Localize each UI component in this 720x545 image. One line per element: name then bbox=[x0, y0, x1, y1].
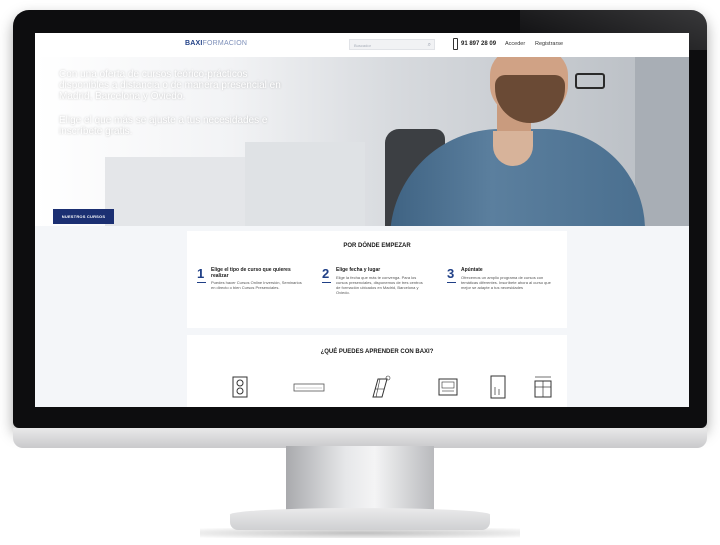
register-link[interactable]: Registrarse bbox=[535, 41, 563, 47]
search-placeholder: Buscador bbox=[354, 43, 371, 48]
hero-description: Con una oferta de cursos teórico-práctic… bbox=[59, 69, 281, 102]
step-title: Elige fecha y lugar bbox=[336, 267, 381, 273]
step-description: Elige la fecha que más te convenga. Para… bbox=[336, 275, 423, 295]
our-courses-button[interactable]: NUESTROS CURSOS bbox=[53, 209, 114, 224]
how-to-start-card: POR DÓNDE EMPEZAR 1 Elige el tipo de cur… bbox=[187, 231, 567, 328]
search-input[interactable]: Buscador ⌕ bbox=[349, 39, 435, 50]
step-underline bbox=[322, 282, 331, 283]
solar-panel-icon[interactable] bbox=[369, 375, 391, 399]
display-panel-icon[interactable] bbox=[437, 375, 459, 399]
step-number: 1 bbox=[197, 266, 205, 281]
split-ac-icon[interactable] bbox=[292, 375, 326, 399]
step-description: Puedes hacer Cursos Online Inversión, Se… bbox=[211, 280, 302, 290]
background-shelf bbox=[105, 157, 245, 226]
what-you-can-learn-title: ¿QUÉ PUEDES APRENDER CON BAXI? bbox=[320, 349, 434, 355]
monitor-stand-neck bbox=[286, 446, 434, 514]
hero-banner: Con una oferta de cursos teórico-práctic… bbox=[35, 57, 689, 226]
phone-icon bbox=[453, 38, 458, 50]
step-title: Elige el tipo de curso que quieres reali… bbox=[211, 267, 291, 279]
site-logo[interactable]: BAXIFORMACION bbox=[185, 40, 247, 47]
what-you-can-learn-card: ¿QUÉ PUEDES APRENDER CON BAXI? bbox=[187, 335, 567, 407]
monitor-chin bbox=[13, 428, 707, 448]
heat-pump-icon[interactable] bbox=[532, 375, 554, 399]
step-underline bbox=[197, 282, 206, 283]
background-window bbox=[635, 57, 689, 226]
login-link[interactable]: Acceder bbox=[505, 41, 525, 47]
site-header: BAXIFORMACION Buscador ⌕ 91 897 28 09 Ac… bbox=[35, 33, 689, 57]
hero-subtext: Elige el que más se ajuste a tus necesid… bbox=[59, 115, 268, 137]
screen: BAXIFORMACION Buscador ⌕ 91 897 28 09 Ac… bbox=[35, 33, 689, 407]
monitor-stand-foot bbox=[230, 508, 490, 530]
step-description: Ofrecemos un amplio programa de cursos c… bbox=[461, 275, 551, 290]
how-to-start-title: POR DÓNDE EMPEZAR bbox=[343, 243, 411, 249]
step-title: Apúntate bbox=[461, 267, 483, 273]
search-icon[interactable]: ⌕ bbox=[428, 42, 431, 48]
phone-number[interactable]: 91 897 28 09 bbox=[461, 41, 496, 47]
background-cabinet bbox=[245, 142, 365, 226]
step-number: 3 bbox=[447, 266, 455, 281]
boiler-icon[interactable] bbox=[487, 375, 509, 399]
step-number: 2 bbox=[322, 266, 330, 281]
step-underline bbox=[447, 282, 456, 283]
person-glasses bbox=[575, 73, 605, 89]
speaker-unit-icon[interactable] bbox=[229, 375, 251, 399]
